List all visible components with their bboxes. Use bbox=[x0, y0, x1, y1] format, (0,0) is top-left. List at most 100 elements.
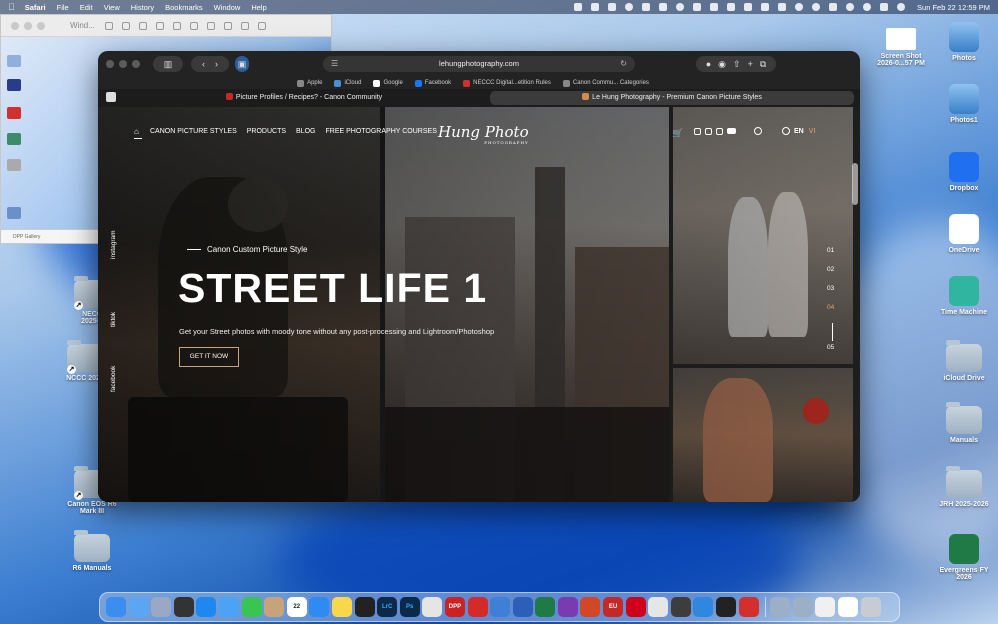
menu-clock[interactable]: Sun Feb 22 12:59 PM bbox=[917, 3, 990, 12]
menu-edit[interactable]: Edit bbox=[80, 3, 93, 12]
window-minimize-button[interactable] bbox=[24, 21, 32, 30]
search-icon[interactable] bbox=[863, 3, 872, 11]
desktop-folder-r6-manuals[interactable]: R6 Manuals bbox=[70, 530, 114, 572]
dock-app-store-icon[interactable] bbox=[196, 597, 217, 617]
nav-products[interactable]: PRODUCTS bbox=[247, 128, 286, 135]
share-icon[interactable]: ⇧ bbox=[733, 59, 741, 70]
desktop-folder-jrh[interactable]: JRH 2025-2026 bbox=[936, 466, 992, 508]
window-zoom-button[interactable] bbox=[132, 60, 140, 68]
cloud-icon[interactable] bbox=[625, 3, 634, 11]
gear-icon[interactable] bbox=[257, 21, 266, 30]
tool-icon[interactable] bbox=[189, 21, 198, 30]
dock-lightroom-icon[interactable]: LrC bbox=[377, 597, 398, 617]
dock-onenote-icon[interactable] bbox=[557, 597, 578, 617]
desktop-item-dropbox[interactable]: Dropbox bbox=[942, 152, 986, 192]
site-logo[interactable]: Hung Photo PHOTOGRAPHY bbox=[438, 123, 529, 145]
dock-notes-icon[interactable] bbox=[331, 597, 352, 617]
dock-contacts-icon[interactable] bbox=[264, 597, 285, 617]
dock-camera-app-icon[interactable] bbox=[422, 597, 443, 617]
menu-bookmarks[interactable]: Bookmarks bbox=[165, 3, 203, 12]
window-zoom-button[interactable] bbox=[37, 21, 45, 30]
back-icon[interactable]: ‹ bbox=[202, 59, 205, 69]
new-tab-icon[interactable]: + bbox=[748, 59, 753, 69]
dock-excel-icon[interactable] bbox=[535, 597, 556, 617]
window-close-button[interactable] bbox=[106, 60, 114, 68]
tool-icon[interactable] bbox=[155, 21, 164, 30]
safari-window[interactable]: ▥ ‹ › ▣ ● ◉ ⇧ + ⧉ ☰ lehungphotography.co… bbox=[98, 51, 860, 502]
dock-windows-app-icon[interactable] bbox=[693, 597, 714, 617]
menu-file[interactable]: File bbox=[57, 3, 69, 12]
reader-icon[interactable]: ☰ bbox=[331, 56, 338, 72]
reload-icon[interactable]: ↻ bbox=[620, 56, 627, 72]
language-en[interactable]: EN bbox=[794, 128, 804, 135]
wifi-icon[interactable] bbox=[846, 3, 855, 11]
desktop-item-photos1[interactable]: Photos1 bbox=[942, 84, 986, 124]
dock-eu-app-icon[interactable]: EU bbox=[603, 597, 624, 617]
tiktok-icon[interactable] bbox=[716, 127, 723, 135]
extension-button[interactable]: ▣ bbox=[235, 56, 249, 72]
tool-icon[interactable] bbox=[138, 21, 147, 30]
favorite-neccc[interactable]: NECCC Digital...etition Rules bbox=[463, 79, 551, 87]
tab-canon-community[interactable]: Picture Profiles / Recipes? - Canon Comm… bbox=[122, 91, 486, 105]
social-instagram[interactable]: instagram bbox=[110, 230, 117, 259]
dock-clock-app-icon[interactable] bbox=[716, 597, 737, 617]
dropbox-icon[interactable] bbox=[693, 3, 702, 11]
window-minimize-button[interactable] bbox=[119, 60, 127, 68]
sidebar-toggle-button[interactable]: ▥ bbox=[153, 56, 183, 72]
slide-indicator[interactable]: 02 bbox=[827, 266, 834, 285]
favorite-canon-community[interactable]: Canon Commu... Categories bbox=[562, 79, 649, 87]
status-icon[interactable] bbox=[676, 3, 685, 11]
desktop-file-evergreens[interactable]: Evergreens FY 2026 bbox=[938, 534, 990, 581]
dock-photoshop-icon[interactable]: Ps bbox=[399, 597, 420, 617]
favorite-apple[interactable]: Apple bbox=[297, 79, 322, 87]
favorite-google[interactable]: Google bbox=[373, 79, 403, 87]
desktop-item-time-machine[interactable]: Time Machine bbox=[938, 276, 990, 316]
dock-dpp-icon[interactable]: DPP bbox=[444, 597, 465, 617]
page-scrollbar[interactable] bbox=[852, 163, 858, 205]
dock-safari-icon[interactable] bbox=[309, 597, 330, 617]
search-icon[interactable] bbox=[754, 127, 762, 135]
forward-icon[interactable]: › bbox=[215, 59, 218, 69]
facebook-icon[interactable] bbox=[694, 127, 701, 135]
tool-icon[interactable] bbox=[172, 21, 181, 30]
status-icon[interactable] bbox=[574, 3, 583, 11]
social-facebook[interactable]: facebook bbox=[110, 366, 117, 392]
menu-app-name[interactable]: Safari bbox=[25, 3, 46, 12]
dock-folder-1-icon[interactable] bbox=[770, 597, 791, 617]
time-machine-icon[interactable] bbox=[812, 3, 821, 11]
dock-word-icon[interactable] bbox=[512, 597, 533, 617]
menu-history[interactable]: History bbox=[131, 3, 154, 12]
siri-icon[interactable] bbox=[897, 3, 906, 11]
status-icon[interactable] bbox=[659, 3, 668, 11]
status-icon[interactable] bbox=[710, 3, 719, 11]
get-it-now-button[interactable]: GET IT NOW bbox=[179, 347, 239, 367]
desktop-file-screenshot[interactable]: Screen Shot 2026-0...57 PM bbox=[872, 28, 930, 67]
menu-help[interactable]: Help bbox=[251, 3, 266, 12]
dock-icloud-icon[interactable] bbox=[128, 597, 149, 617]
tab-overview-icon[interactable]: ⧉ bbox=[760, 59, 766, 70]
tool-icon[interactable] bbox=[104, 21, 113, 30]
instagram-icon[interactable] bbox=[705, 127, 712, 135]
background-window-titlebar[interactable]: Wind... bbox=[1, 15, 331, 37]
accessibility-icon[interactable]: ◉ bbox=[718, 59, 726, 70]
menu-view[interactable]: View bbox=[104, 3, 120, 12]
privacy-icon[interactable]: ● bbox=[706, 59, 711, 69]
status-icon[interactable] bbox=[591, 3, 600, 11]
apple-menu-icon[interactable]:  bbox=[8, 2, 15, 12]
youtube-icon[interactable] bbox=[727, 128, 736, 134]
dock-trash-icon[interactable] bbox=[860, 597, 881, 617]
status-icon[interactable] bbox=[642, 3, 651, 11]
slide-indicator[interactable]: 03 bbox=[827, 285, 834, 304]
favorite-icloud[interactable]: iCloud bbox=[334, 79, 361, 87]
status-icon[interactable] bbox=[727, 3, 736, 11]
favorite-facebook[interactable]: Facebook bbox=[414, 79, 451, 87]
control-center-icon[interactable] bbox=[880, 3, 889, 11]
menu-window[interactable]: Window bbox=[214, 3, 241, 12]
tab-group-icon[interactable] bbox=[106, 92, 116, 102]
desktop-item-onedrive[interactable]: OneDrive bbox=[940, 214, 988, 254]
dock-mission-control-icon[interactable] bbox=[173, 597, 194, 617]
tool-icon[interactable] bbox=[223, 21, 232, 30]
dock-quicken-icon[interactable] bbox=[625, 597, 646, 617]
nav-blog[interactable]: BLOG bbox=[296, 128, 315, 135]
dock-picture-style-editor-icon[interactable] bbox=[490, 597, 511, 617]
